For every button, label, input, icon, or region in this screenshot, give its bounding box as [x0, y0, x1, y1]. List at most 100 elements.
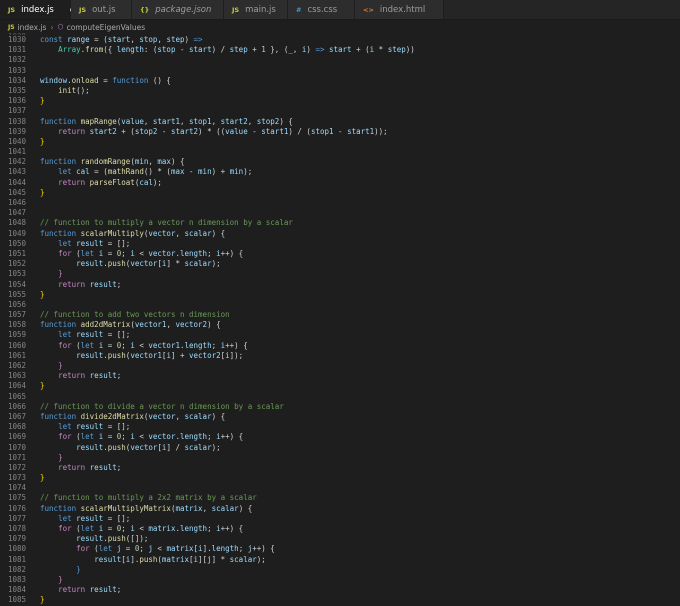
- code-line[interactable]: 1030 const range = (start, stop, step) =>: [0, 35, 680, 45]
- code-line[interactable]: 1068 let result = [];: [0, 422, 680, 432]
- tab-out-js[interactable]: JS out.js: [71, 0, 132, 19]
- code-line[interactable]: 1060 for (let i = 0; i < vector1.length;…: [0, 341, 680, 351]
- code-line[interactable]: 1048 // function to multiply a vector n d…: [0, 218, 680, 228]
- code-text: function scalarMultiplyMatrix(matrix, sc…: [40, 503, 253, 513]
- line-number: 1081: [7, 554, 26, 564]
- line-number: 1076: [7, 503, 26, 513]
- code-line[interactable]: 1074: [0, 483, 680, 493]
- code-text: Array.from({ length: (stop - start) / st…: [58, 45, 415, 55]
- tab-package-json[interactable]: {} package.json: [132, 0, 224, 19]
- code-line[interactable]: 1058 function add2dMatrix(vector1, vector…: [0, 320, 680, 330]
- code-line[interactable]: 1042 function randomRange(min, max) {: [0, 157, 680, 167]
- code-line[interactable]: 1076 function scalarMultiplyMatrix(matrix…: [0, 504, 680, 514]
- code-line[interactable]: 1070 result.push(vector[i] / scalar);: [0, 443, 680, 453]
- code-line[interactable]: 1050 let result = [];: [0, 239, 680, 249]
- tab-main-js[interactable]: JS main.js: [224, 0, 288, 19]
- breadcrumb-file[interactable]: index.js: [18, 23, 47, 32]
- code-line[interactable]: 1031 Array.from({ length: (stop - start)…: [0, 45, 680, 55]
- tab-index-html[interactable]: <> index.html: [355, 0, 444, 19]
- code-line[interactable]: 1063 return result;: [0, 371, 680, 381]
- code-line[interactable]: 1039 return start2 + (stop2 - start2) * …: [0, 127, 680, 137]
- code-line[interactable]: 1046: [0, 198, 680, 208]
- code-line[interactable]: 1062 }: [0, 361, 680, 371]
- code-line[interactable]: 1079 result.push([]);: [0, 534, 680, 544]
- code-line[interactable]: 1053 }: [0, 269, 680, 279]
- line-number: 1050: [7, 238, 26, 248]
- code-line[interactable]: 1078 for (let i = 0; i < matrix.length; …: [0, 524, 680, 534]
- breadcrumb-symbol[interactable]: computeEigenValues: [67, 23, 146, 32]
- tab-index-js[interactable]: JS index.js ●: [0, 0, 77, 19]
- code-text: init();: [58, 85, 90, 95]
- code-line[interactable]: 1066 // function to divide a vector n dim…: [0, 402, 680, 412]
- line-number: 1074: [7, 483, 26, 493]
- code-line[interactable]: 1041: [0, 147, 680, 157]
- line-number: 1055: [7, 289, 26, 299]
- code-line[interactable]: 1047: [0, 208, 680, 218]
- code-line[interactable]: 1084 return result;: [0, 585, 680, 595]
- code-lines: 1030 const range = (start, stop, step) =>…: [0, 35, 680, 606]
- code-line[interactable]: 1045}: [0, 188, 680, 198]
- code-line[interactable]: 1071 }: [0, 453, 680, 463]
- code-line[interactable]: 1064}: [0, 381, 680, 391]
- code-line[interactable]: 1073}: [0, 473, 680, 483]
- code-text: return result;: [58, 585, 122, 595]
- line-number: 1058: [7, 320, 26, 330]
- code-line[interactable]: 1052 result.push(vector[i] * scalar);: [0, 259, 680, 269]
- line-number: 1054: [7, 279, 26, 289]
- code-line[interactable]: 1057 // function to add two vectors n dim…: [0, 310, 680, 320]
- code-line[interactable]: 1055}: [0, 290, 680, 300]
- tab-css-css[interactable]: # css.css: [288, 0, 355, 19]
- code-text: }: [40, 187, 45, 197]
- line-number: 1038: [7, 116, 26, 126]
- code-text: result[i].push(matrix[i][j] * scalar);: [94, 554, 266, 564]
- line-number: 1043: [7, 167, 26, 177]
- line-number: 1032: [7, 55, 26, 65]
- code-line[interactable]: 1032: [0, 55, 680, 65]
- code-line[interactable]: 1069 for (let i = 0; i < vector.length; …: [0, 432, 680, 442]
- code-line[interactable]: 1061 result.push(vector1[i] + vector2[i]…: [0, 351, 680, 361]
- code-line[interactable]: 1034 window.onload = function () {: [0, 76, 680, 86]
- line-number: 1056: [7, 299, 26, 309]
- javascript-file-icon: JS: [8, 5, 16, 14]
- code-text: }: [58, 361, 63, 370]
- code-line[interactable]: 1038 function mapRange(value, start1, sto…: [0, 117, 680, 127]
- code-line[interactable]: 1033: [0, 66, 680, 76]
- code-text: }: [40, 289, 45, 299]
- line-number: 1083: [7, 574, 26, 584]
- method-cube-icon: ⬡: [57, 23, 64, 31]
- code-text: }: [40, 473, 45, 483]
- code-line[interactable]: 1049 function scalarMultiply(vector, scal…: [0, 229, 680, 239]
- code-text: return result;: [58, 371, 122, 381]
- code-line[interactable]: 1043 let cal = (mathRand() * (max - min)…: [0, 167, 680, 177]
- code-line[interactable]: 1056: [0, 300, 680, 310]
- code-line[interactable]: 1065: [0, 392, 680, 402]
- code-line[interactable]: 1085}: [0, 595, 680, 605]
- code-text: result.push(vector[i] * scalar);: [76, 259, 221, 269]
- code-text: result.push(vector1[i] + vector2[i]);: [76, 350, 244, 360]
- code-line[interactable]: 1051 for (let i = 0; i < vector.length; …: [0, 249, 680, 259]
- code-line[interactable]: 1082 }: [0, 565, 680, 575]
- code-line[interactable]: 1044 return parseFloat(cal);: [0, 178, 680, 188]
- code-line[interactable]: 1040}: [0, 137, 680, 147]
- code-text: // function to multiply a vector n dimen…: [40, 218, 293, 228]
- code-line[interactable]: 1081 result[i].push(matrix[i][j] * scala…: [0, 555, 680, 565]
- code-text: }: [40, 381, 45, 391]
- css-file-icon: #: [296, 5, 302, 14]
- code-line[interactable]: 1083 }: [0, 575, 680, 585]
- code-line[interactable]: 1072 return result;: [0, 463, 680, 473]
- code-line[interactable]: 1035 init();: [0, 86, 680, 96]
- code-line[interactable]: 1075 // function to multiply a 2x2 matrix…: [0, 493, 680, 503]
- line-number: 1048: [7, 218, 26, 228]
- code-line[interactable]: 1059 let result = [];: [0, 330, 680, 340]
- code-line[interactable]: 1080 for (let j = 0; j < matrix[i].lengt…: [0, 544, 680, 554]
- editor-tab-bar: JS index.js ● JS out.js {} package.json …: [0, 0, 680, 20]
- code-editor[interactable]: 1029 1030const range = (start, stop, ste…: [0, 32, 680, 606]
- code-line[interactable]: 1067 function divide2dMatrix(vector, scal…: [0, 412, 680, 422]
- line-number: 1037: [7, 106, 26, 116]
- code-line[interactable]: 1054 return result;: [0, 280, 680, 290]
- line-number: 1067: [7, 411, 26, 421]
- code-line[interactable]: 1036}: [0, 96, 680, 106]
- code-line[interactable]: 1037: [0, 106, 680, 116]
- code-line[interactable]: 1077 let result = [];: [0, 514, 680, 524]
- line-number: 1062: [7, 361, 26, 370]
